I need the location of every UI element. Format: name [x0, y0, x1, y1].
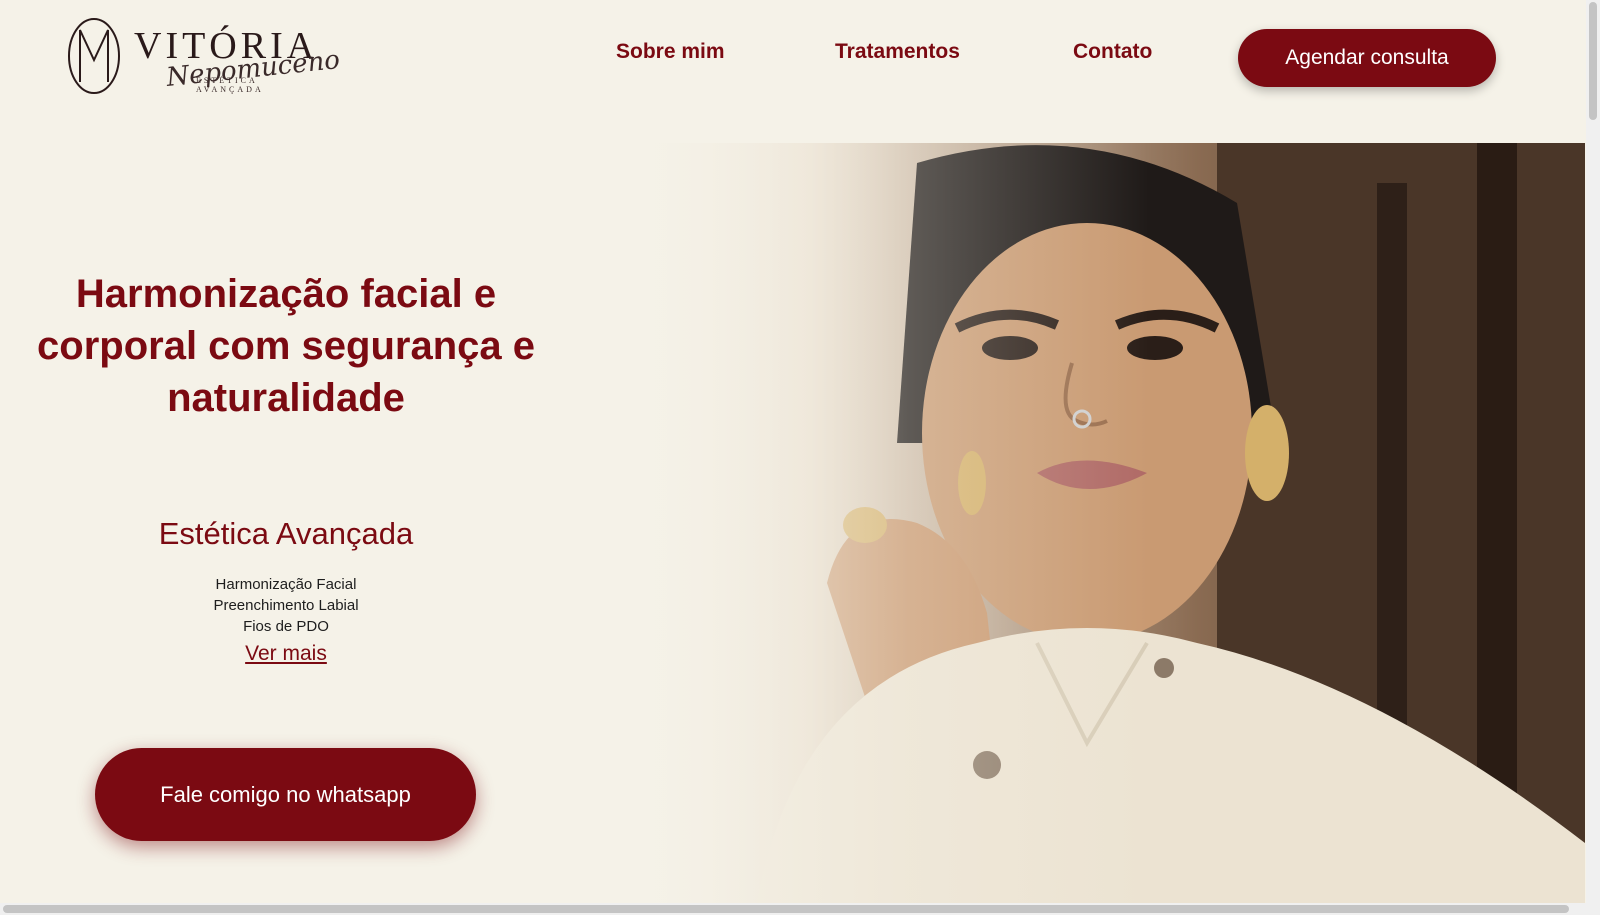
nav-tratamentos[interactable]: Tratamentos — [835, 40, 960, 64]
service-item: Fios de PDO — [243, 618, 329, 635]
service-item: Harmonização Facial — [215, 576, 357, 593]
ver-mais-link[interactable]: Ver mais — [90, 642, 482, 666]
portrait-illustration — [617, 143, 1585, 903]
hero-headline: Harmonização facial e corporal com segur… — [37, 272, 535, 420]
hero-subheading: Estética Avançada — [158, 516, 414, 551]
portrait-photo — [617, 143, 1585, 903]
services-list: Harmonização Facial Preenchimento Labial… — [90, 574, 482, 637]
vertical-scrollbar[interactable] — [1586, 0, 1600, 903]
site-header: VITÓRIA Nepomuceno ESTÉTICA AVANÇADA Sob… — [0, 0, 1585, 140]
monogram-m-icon — [68, 18, 120, 94]
agendar-consulta-button[interactable]: Agendar consulta — [1238, 29, 1496, 87]
whatsapp-button[interactable]: Fale comigo no whatsapp — [95, 748, 476, 841]
brand-logo[interactable]: VITÓRIA Nepomuceno ESTÉTICA AVANÇADA — [66, 14, 341, 100]
nav-contato[interactable]: Contato — [1073, 40, 1152, 64]
service-item: Preenchimento Labial — [213, 597, 359, 614]
vertical-scrollbar-thumb[interactable] — [1589, 2, 1597, 120]
nav-sobre-mim[interactable]: Sobre mim — [616, 40, 725, 64]
horizontal-scrollbar-thumb[interactable] — [3, 905, 1569, 913]
horizontal-scrollbar[interactable] — [0, 903, 1600, 915]
brand-subtitle: ESTÉTICA AVANÇADA — [196, 76, 264, 94]
